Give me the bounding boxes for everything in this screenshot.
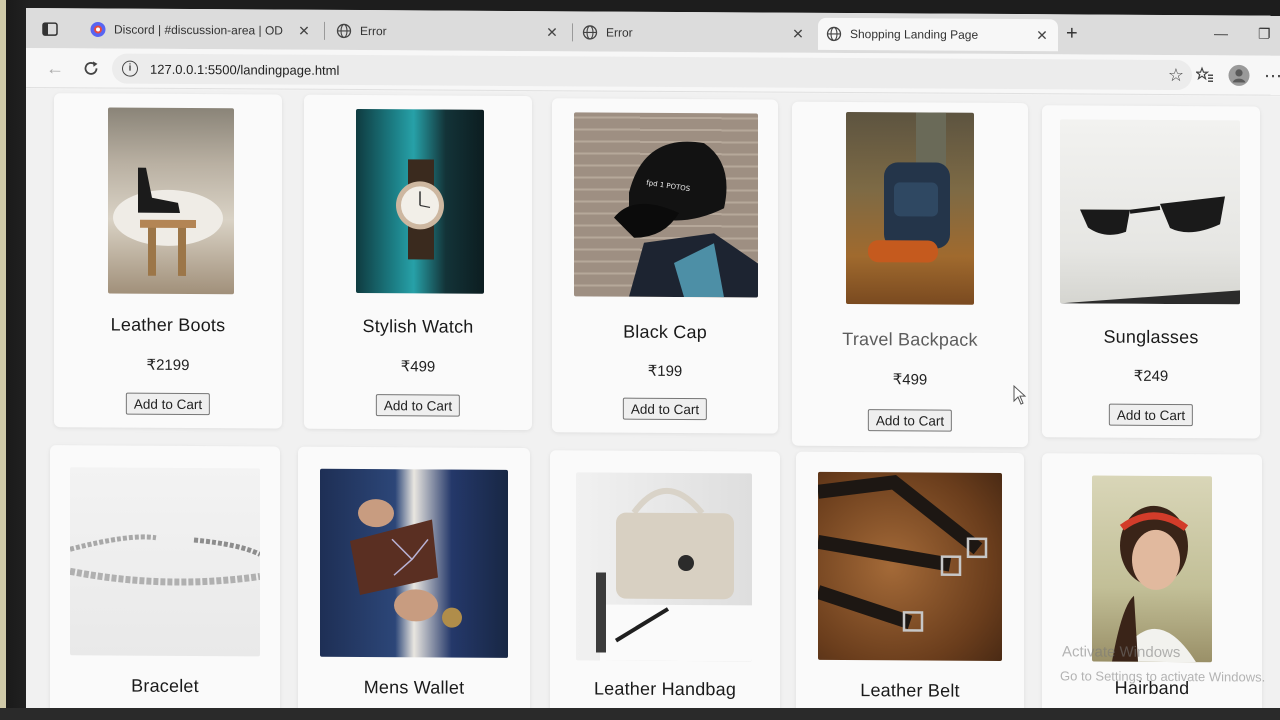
navigation-bar: ← i 127.0.0.1:5500/landingpage.html ☆ ⋯ (26, 48, 1280, 96)
restore-icon[interactable]: ❐ (1258, 26, 1271, 43)
add-to-cart-button[interactable]: Add to Cart (867, 409, 953, 432)
product-price: ₹249 (1133, 367, 1169, 385)
product-image-black-cap: fpd 1 POTOS (574, 112, 758, 298)
info-icon[interactable]: i (122, 60, 138, 77)
product-card: Stylish Watch ₹499 Add to Cart (304, 94, 532, 431)
product-image-travel-backpack (846, 112, 974, 305)
tab-actions-button[interactable] (34, 13, 74, 45)
favorites-icon[interactable] (1194, 64, 1216, 86)
product-card: Sunglasses ₹249 Add to Cart (1042, 105, 1260, 439)
tab-label: Error (606, 25, 633, 40)
tab-label: Shopping Landing Page (850, 27, 979, 42)
favorite-star-icon[interactable]: ☆ (1168, 65, 1184, 86)
product-name: Mens Wallet (363, 677, 465, 698)
discord-icon (90, 21, 106, 37)
profile-avatar-icon[interactable] (1228, 64, 1250, 86)
tab-actions-icon (42, 21, 58, 37)
product-name: Leather Boots (110, 314, 226, 336)
address-bar[interactable]: i 127.0.0.1:5500/landingpage.html ☆ (112, 53, 1192, 91)
tab-label: Discord | #discussion-area | OD (114, 22, 283, 38)
product-name: Travel Backpack (842, 328, 978, 350)
tab-shopping-landing[interactable]: Shopping Landing Page ✕ (818, 17, 1058, 52)
globe-icon (582, 24, 598, 40)
product-card: fpd 1 POTOS Black Cap ₹199 Add to Cart (552, 98, 778, 434)
close-icon[interactable]: ✕ (296, 22, 312, 39)
refresh-icon[interactable] (80, 57, 102, 79)
product-image-mens-wallet (320, 468, 508, 658)
product-price: ₹499 (892, 371, 928, 389)
globe-icon (826, 26, 842, 42)
product-card: Leather Handbag (550, 450, 780, 716)
globe-icon (336, 23, 352, 39)
activate-windows-title: Activate Windows (1062, 643, 1181, 662)
product-image-leather-handbag (576, 472, 752, 662)
product-name: Stylish Watch (362, 316, 474, 337)
product-image-stylish-watch (356, 109, 484, 294)
tab-divider (324, 21, 325, 40)
product-name: Leather Handbag (593, 678, 737, 700)
product-image-hairband (1092, 475, 1212, 663)
activate-windows-subtitle: Go to Settings to activate Windows. (1060, 668, 1266, 685)
browser-window: Discord | #discussion-area | OD ✕ Error … (26, 8, 1280, 716)
product-name: Leather Belt (860, 680, 960, 701)
add-to-cart-button[interactable]: Add to Cart (1108, 403, 1194, 427)
product-image-leather-boots (108, 107, 234, 295)
tab-error-2[interactable]: Error ✕ (574, 16, 814, 49)
product-card: Leather Belt (796, 451, 1024, 716)
close-icon[interactable]: ✕ (544, 24, 560, 41)
product-image-bracelet (70, 467, 260, 657)
product-price: ₹499 (400, 358, 436, 376)
tab-label: Error (360, 24, 387, 39)
tab-divider (572, 23, 573, 42)
back-arrow-icon[interactable]: ← (44, 57, 66, 79)
add-to-cart-button[interactable]: Add to Cart (375, 394, 461, 417)
product-card: Leather Boots ₹2199 Add to Cart (54, 93, 282, 429)
url-text: 127.0.0.1:5500/landingpage.html (150, 61, 340, 78)
taskbar (0, 708, 1280, 720)
product-name: Bracelet (131, 675, 199, 697)
landing-page: Leather Boots ₹2199 Add to Cart Stylish … (26, 89, 1280, 716)
product-card: Bracelet (50, 445, 280, 716)
product-name: Black Cap (623, 321, 707, 343)
mouse-cursor-icon (1013, 384, 1027, 410)
product-price: ₹2199 (146, 356, 190, 374)
add-to-cart-button[interactable]: Add to Cart (622, 397, 708, 421)
close-icon[interactable]: ✕ (1034, 27, 1050, 44)
product-card: Travel Backpack ₹499 Add to Cart (792, 101, 1028, 448)
product-card: Mens Wallet (298, 446, 530, 716)
minimize-icon[interactable]: — (1214, 25, 1228, 41)
new-tab-button[interactable]: + (1066, 22, 1078, 44)
add-to-cart-button[interactable]: Add to Cart (125, 392, 211, 416)
more-menu-icon[interactable]: ⋯ (1262, 65, 1280, 87)
tab-error-1[interactable]: Error ✕ (328, 15, 568, 48)
product-image-leather-belt (818, 471, 1002, 661)
tab-discord[interactable]: Discord | #discussion-area | OD ✕ (82, 13, 320, 46)
close-icon[interactable]: ✕ (790, 25, 806, 42)
product-price: ₹199 (647, 362, 683, 381)
product-image-sunglasses (1060, 119, 1240, 305)
product-name: Sunglasses (1103, 326, 1199, 348)
